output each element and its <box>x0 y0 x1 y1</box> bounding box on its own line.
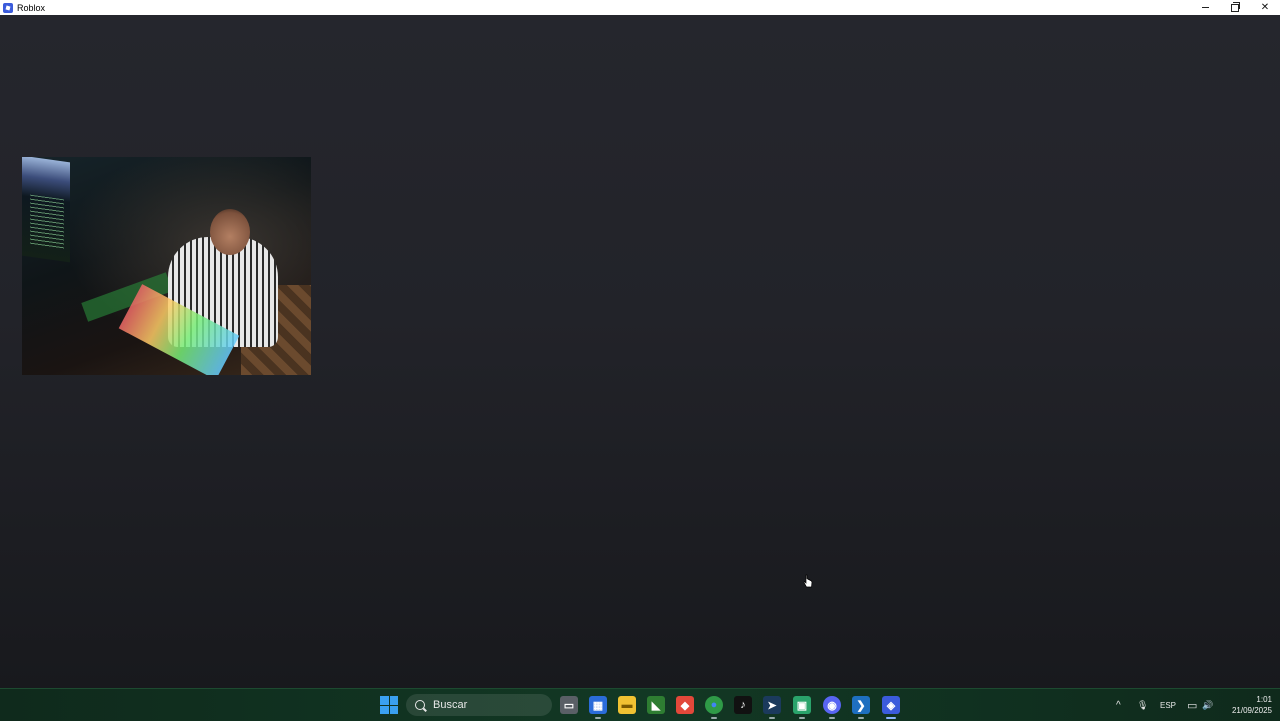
game-viewport[interactable] <box>0 15 1280 688</box>
file-explorer-icon[interactable]: ▬ <box>618 696 636 714</box>
roblox-icon <box>3 2 13 13</box>
roblox-taskbar-icon[interactable]: ◈ <box>882 696 900 719</box>
chrome-icon[interactable]: ● <box>705 696 723 719</box>
task-view-icon[interactable]: ▭ <box>560 696 578 714</box>
chevron-up-icon: ^ <box>1116 699 1121 711</box>
network-icon[interactable]: ▭ <box>1187 689 1197 721</box>
microphone-icon[interactable]: 🎙 <box>1137 689 1148 721</box>
minimize-button[interactable] <box>1190 0 1220 15</box>
restore-button[interactable] <box>1220 0 1250 15</box>
restore-icon <box>1231 1 1240 12</box>
person-head-image <box>210 209 250 255</box>
tray-chevron[interactable]: ^ <box>1116 689 1121 721</box>
close-button[interactable]: ✕ <box>1250 0 1280 15</box>
clock[interactable]: 1:01 21/09/2025 <box>1232 694 1272 716</box>
nvidia-icon[interactable]: ◣ <box>647 696 665 714</box>
vscode-icon[interactable]: ❯ <box>852 696 870 719</box>
microsoft-store-icon[interactable]: ▦ <box>589 696 607 719</box>
android-icon[interactable]: ▣ <box>793 696 811 719</box>
close-icon: ✕ <box>1260 2 1270 13</box>
taskbar: Buscar ▭ ▦ ▬ ◣ ◆ ● ♪ ➤ ▣ ◉ ❯ ◈ ^ 🎙 ESP ▭… <box>0 688 1280 721</box>
hand-cursor-icon <box>803 574 813 588</box>
volume-icon[interactable]: 🔊 <box>1202 689 1213 721</box>
window-title: Roblox <box>17 2 46 13</box>
language-indicator[interactable]: ESP <box>1160 689 1176 721</box>
search-icon <box>415 700 425 710</box>
webcam-overlay <box>22 157 311 375</box>
clock-date: 21/09/2025 <box>1231 706 1272 715</box>
discord-icon[interactable]: ◉ <box>823 696 841 719</box>
search-input[interactable]: Buscar <box>406 694 552 716</box>
steam-icon[interactable]: ➤ <box>763 696 781 719</box>
window-controls: ✕ <box>1190 0 1280 15</box>
tiktok-icon[interactable]: ♪ <box>734 696 752 714</box>
monitor-screen-image <box>30 194 64 250</box>
minimize-icon <box>1201 7 1209 8</box>
clock-time: 1:01 <box>1256 695 1272 704</box>
windows-logo-icon <box>380 696 389 705</box>
search-placeholder: Buscar <box>433 699 468 711</box>
title-bar: Roblox ✕ <box>0 0 1280 15</box>
brave-icon[interactable]: ◆ <box>676 696 694 714</box>
start-button[interactable] <box>380 696 398 714</box>
